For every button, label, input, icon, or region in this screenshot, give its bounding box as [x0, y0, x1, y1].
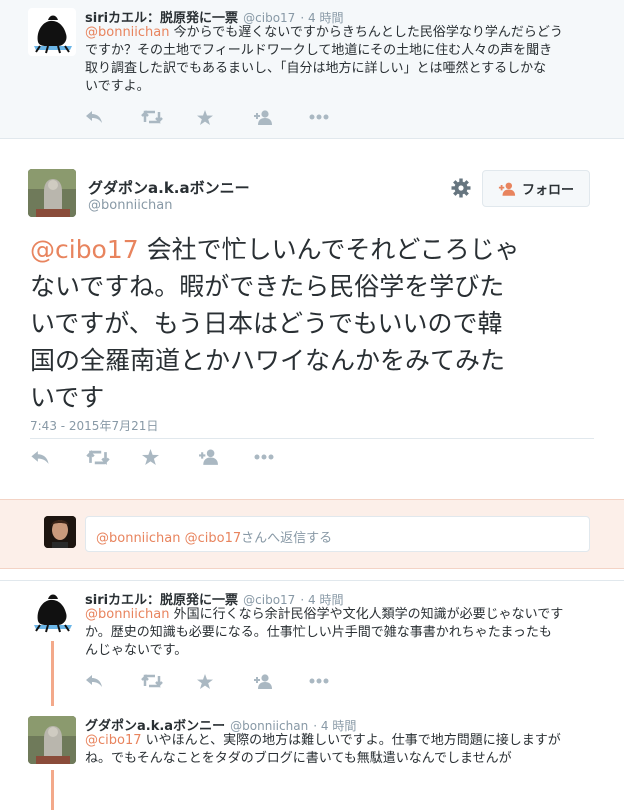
- avatar[interactable]: [28, 169, 76, 217]
- gear-button[interactable]: [450, 177, 472, 199]
- avatar[interactable]: [28, 587, 76, 635]
- thread-line: [51, 641, 54, 707]
- star-icon: [197, 109, 213, 125]
- reply-input[interactable]: @bonniichan @cibo17さんへ返信する: [85, 516, 590, 552]
- tweet-actions: [85, 107, 365, 127]
- author-handle[interactable]: @cibo17: [243, 593, 295, 607]
- frog-avatar-icon: [34, 594, 72, 633]
- tweet-text-line: いですよ。: [85, 79, 150, 94]
- tweet-text-line: 今からでも遅くないですからきちんとした民俗学なり学んだらどう: [173, 25, 563, 40]
- mention-link[interactable]: @bonniichan: [85, 607, 170, 622]
- reply-button[interactable]: [85, 107, 141, 127]
- tweet-text-line: か。歴史の知識も必要になる。仕事忙しい片手間で雑な事書かれちゃたまったも: [85, 625, 552, 640]
- more-icon: [254, 454, 274, 460]
- add-user-icon: [254, 109, 272, 125]
- tweet-text-line: ないですね。暇ができたら民俗学を学びた: [30, 272, 505, 301]
- tweet-timestamp[interactable]: 7:43 - 2015年7月21日: [30, 417, 158, 434]
- more-icon: [309, 114, 329, 120]
- retweet-icon: [141, 674, 163, 688]
- star-icon: [142, 449, 159, 465]
- tweet-text-line: んじゃないです。: [85, 643, 188, 658]
- tweet-text: @bonniichan 今からでも遅くないですからきちんとした民俗学なり学んだら…: [85, 24, 615, 96]
- tweet-text-line: 外国に行くなら余計民俗学や文化人類学の知識が必要じゃないです: [173, 607, 564, 622]
- divider: [30, 438, 594, 439]
- add-user-icon: [498, 182, 516, 196]
- tweet-text-line: 取り調査した訳でもあるまいし、「自分は地方に詳しい」とは唖然とするしかな: [85, 61, 547, 76]
- author-handle[interactable]: @bonniichan: [88, 198, 173, 213]
- follow-user-button[interactable]: [253, 107, 309, 127]
- more-button[interactable]: [254, 447, 310, 467]
- retweet-button[interactable]: [141, 107, 197, 127]
- author-handle[interactable]: @cibo17: [243, 11, 295, 25]
- add-user-icon: [254, 673, 272, 689]
- statue-avatar-icon: [28, 716, 76, 764]
- add-user-icon: [199, 449, 218, 465]
- reply-icon: [31, 450, 49, 464]
- retweet-icon: [86, 449, 110, 465]
- star-icon: [197, 673, 213, 689]
- tweet-actions: [30, 447, 310, 467]
- current-user-avatar[interactable]: [44, 516, 76, 548]
- follow-user-button[interactable]: [198, 447, 254, 467]
- retweet-button[interactable]: [86, 447, 142, 467]
- frog-avatar-icon: [34, 15, 72, 54]
- reply-button[interactable]: [30, 447, 86, 467]
- tweet-text-line: 国の全羅南道とかハワイなんかをみてみた: [30, 346, 506, 375]
- statue-avatar-icon: [28, 169, 76, 217]
- reply-placeholder: さんへ返信する: [241, 531, 333, 546]
- tweet-text: @cibo17 いやほんと、実際の地方は難しいですよ。仕事で地方問題に接しますが…: [85, 732, 615, 768]
- reply-tweet[interactable]: siriカエル：脱原発に一票 @cibo17 · 4 時間 @bonniicha…: [0, 580, 624, 707]
- reply-mentions: @bonniichan @cibo17: [96, 531, 242, 546]
- favorite-button[interactable]: [142, 447, 198, 467]
- tweet-text-line: ですか？その土地でフィールドワークして地道にその土地に住む人々の声を聞き: [85, 43, 553, 58]
- tweet-time[interactable]: · 4 時間: [313, 719, 356, 733]
- inline-reply-box: @bonniichan @cibo17さんへ返信する: [0, 499, 624, 569]
- reply-icon: [86, 675, 102, 687]
- avatar[interactable]: [28, 716, 76, 764]
- reply-tweet[interactable]: グダポンa.k.aボンニー @bonniichan · 4 時間 @cibo17…: [0, 706, 624, 810]
- user-avatar-icon: [44, 516, 76, 548]
- tweet-text-line: ね。でもそんなことをタダのブログに書いても無駄遣いなんでしませんが: [85, 751, 512, 766]
- reply-button[interactable]: [85, 671, 141, 691]
- tweet-text-line: いです: [30, 383, 105, 412]
- tweet-text: @cibo17 会社で忙しいんでそれどころじゃ ないですね。暇ができたら民俗学を…: [30, 231, 610, 416]
- tweet-time[interactable]: · 4 時間: [300, 11, 343, 25]
- tweet-text-line: 会社で忙しいんでそれどころじゃ: [146, 235, 520, 264]
- author-name[interactable]: グダポンa.k.aボンニー: [88, 177, 250, 198]
- tweet-actions: [85, 671, 365, 691]
- retweet-button[interactable]: [141, 671, 197, 691]
- favorite-button[interactable]: [197, 671, 253, 691]
- tweet-time[interactable]: · 4 時間: [300, 593, 343, 607]
- tweet-text: @bonniichan 外国に行くなら余計民俗学や文化人類学の知識が必要じゃない…: [85, 606, 615, 660]
- thread-line: [51, 770, 54, 810]
- ancestor-tweet[interactable]: siriカエル：脱原発に一票 @cibo17 · 4 時間 @bonniicha…: [0, 0, 624, 139]
- more-icon: [309, 678, 329, 684]
- avatar[interactable]: [28, 8, 76, 56]
- permalink-tweet: グダポンa.k.aボンニー @bonniichan フォロー @cibo17 会…: [0, 139, 624, 499]
- tweet-text-line: いですが、もう日本はどうでもいいので韓: [30, 309, 503, 338]
- tweet-text-line: いやほんと、実際の地方は難しいですよ。仕事で地方問題に接しますが: [145, 733, 561, 748]
- more-button[interactable]: [309, 107, 365, 127]
- follow-label: フォロー: [521, 183, 574, 198]
- mention-link[interactable]: @bonniichan: [85, 25, 170, 40]
- favorite-button[interactable]: [197, 107, 253, 127]
- more-button[interactable]: [309, 671, 365, 691]
- author-handle[interactable]: @bonniichan: [230, 719, 308, 733]
- mention-link[interactable]: @cibo17: [85, 733, 142, 748]
- follow-button[interactable]: フォロー: [482, 170, 590, 207]
- retweet-icon: [141, 110, 163, 124]
- mention-link[interactable]: @cibo17: [30, 235, 139, 264]
- gear-icon: [451, 178, 471, 198]
- follow-user-button[interactable]: [253, 671, 309, 691]
- reply-icon: [86, 111, 102, 123]
